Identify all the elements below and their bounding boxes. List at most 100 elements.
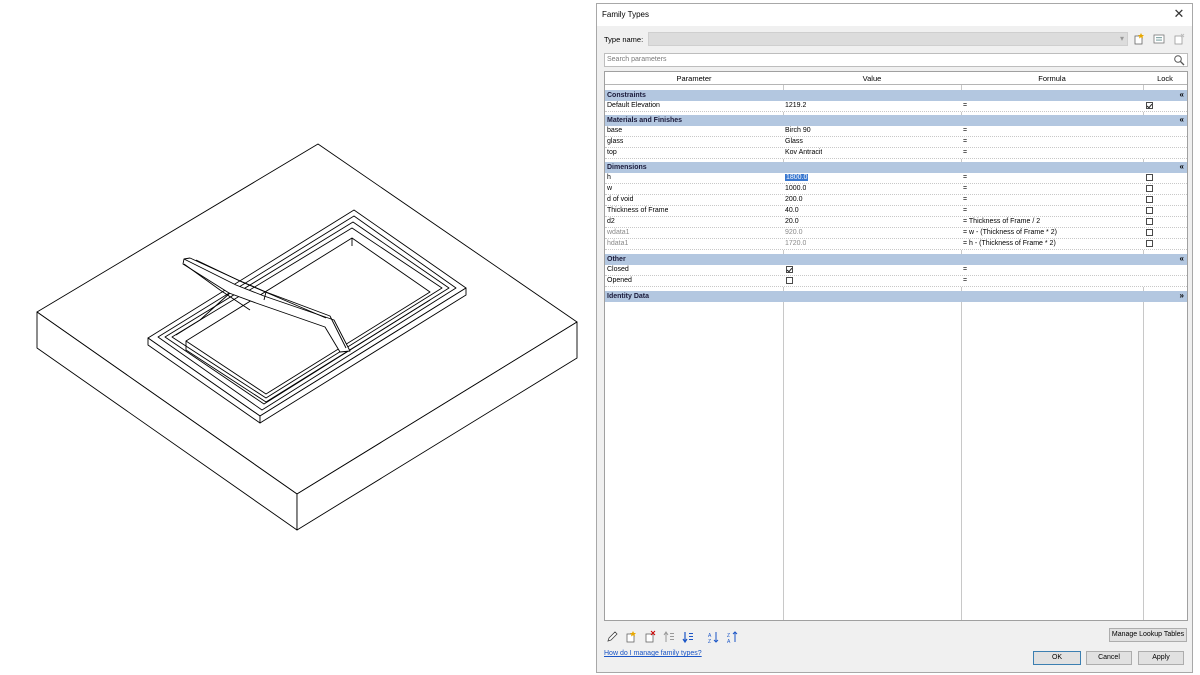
search-placeholder: Search parameters — [607, 56, 667, 63]
value-field[interactable]: 200.0 — [785, 195, 803, 205]
group-label: Identity Data — [607, 293, 650, 300]
new-type-icon[interactable] — [1132, 32, 1146, 46]
group-identity-data[interactable]: Identity Data » — [605, 291, 1187, 302]
table-row[interactable]: Closed = — [605, 265, 1187, 276]
svg-text:A: A — [727, 639, 731, 644]
table-row[interactable]: d2 20.0 = Thickness of Frame / 2 — [605, 217, 1187, 228]
lock-checkbox[interactable] — [1146, 174, 1153, 181]
value-field[interactable]: 1219.2 — [785, 101, 806, 111]
table-row[interactable]: w 1000.0 = — [605, 184, 1187, 195]
delete-type-icon[interactable] — [1172, 32, 1186, 46]
value-checkbox[interactable] — [786, 266, 793, 273]
value-field: 920.0 — [785, 229, 803, 236]
search-icon — [1174, 55, 1185, 66]
formula-field[interactable]: = w - (Thickness of Frame * 2) — [963, 228, 1057, 238]
parameter-name: w — [607, 185, 613, 192]
parameter-name: h — [607, 174, 611, 181]
column-header-value[interactable]: Value — [783, 73, 961, 84]
formula-field[interactable]: = — [963, 137, 967, 147]
lock-checkbox[interactable] — [1146, 229, 1153, 236]
value-field[interactable]: Kov Antracit — [785, 148, 822, 158]
value-field[interactable]: Birch 90 — [785, 126, 811, 136]
lock-checkbox[interactable] — [1146, 185, 1153, 192]
group-dimensions[interactable]: Dimensions « — [605, 162, 1187, 173]
column-header-parameter[interactable]: Parameter — [605, 73, 783, 84]
collapse-icon[interactable]: « — [1180, 115, 1184, 125]
type-name-label: Type name: — [604, 35, 644, 44]
formula-field[interactable]: = Thickness of Frame / 2 — [963, 217, 1040, 227]
search-parameters-input[interactable]: Search parameters — [604, 53, 1188, 67]
lock-checkbox[interactable] — [1146, 218, 1153, 225]
parameter-name: Opened — [607, 277, 632, 284]
table-row[interactable]: glass Glass = — [605, 137, 1187, 148]
value-field[interactable]: 1000.0 — [785, 184, 806, 194]
formula-field[interactable]: = — [963, 101, 967, 111]
move-down-icon[interactable] — [681, 630, 695, 644]
dialog-titlebar: Family Types ✕ — [597, 4, 1192, 26]
column-header-formula[interactable]: Formula — [961, 73, 1143, 84]
expand-icon[interactable]: » — [1180, 291, 1184, 301]
type-name-dropdown[interactable]: ▾ — [648, 32, 1128, 46]
column-header-lock[interactable]: Lock — [1143, 73, 1187, 84]
edit-pencil-icon[interactable] — [605, 630, 619, 644]
formula-field[interactable]: = — [963, 195, 967, 205]
group-other[interactable]: Other « — [605, 254, 1187, 265]
formula-field[interactable]: = — [963, 265, 967, 275]
formula-field[interactable]: = — [963, 173, 967, 183]
3d-view-viewport[interactable] — [0, 0, 590, 675]
cancel-button[interactable]: Cancel — [1086, 651, 1132, 665]
dialog-title: Family Types — [602, 10, 649, 19]
sort-descending-icon[interactable]: Z A — [726, 630, 740, 644]
parameter-name: top — [607, 149, 617, 156]
move-up-icon[interactable] — [662, 630, 676, 644]
table-row[interactable]: hdata1 1720.0 = h - (Thickness of Frame … — [605, 239, 1187, 250]
rename-type-icon[interactable] — [1152, 32, 1166, 46]
collapse-icon[interactable]: « — [1180, 254, 1184, 264]
table-row[interactable]: d of void 200.0 = — [605, 195, 1187, 206]
lock-checkbox[interactable] — [1146, 102, 1153, 109]
table-row[interactable]: wdata1 920.0 = w - (Thickness of Frame *… — [605, 228, 1187, 239]
lock-checkbox[interactable] — [1146, 196, 1153, 203]
ok-button[interactable]: OK — [1033, 651, 1081, 665]
table-row[interactable]: Default Elevation 1219.2 = — [605, 101, 1187, 112]
formula-field[interactable]: = — [963, 126, 967, 136]
delete-parameter-icon[interactable] — [643, 630, 657, 644]
parameter-name: wdata1 — [607, 229, 630, 236]
group-materials-and-finishes[interactable]: Materials and Finishes « — [605, 115, 1187, 126]
formula-field[interactable]: = — [963, 184, 967, 194]
table-row[interactable]: top Kov Antracit = — [605, 148, 1187, 159]
svg-text:Z: Z — [708, 639, 711, 644]
value-field[interactable]: Glass — [785, 137, 803, 147]
manage-lookup-tables-button[interactable]: Manage Lookup Tables — [1109, 628, 1187, 642]
value-field[interactable]: 20.0 — [785, 217, 799, 227]
group-label: Constraints — [607, 92, 646, 99]
table-row[interactable]: Opened = — [605, 276, 1187, 287]
formula-field[interactable]: = — [963, 276, 967, 286]
collapse-icon[interactable]: « — [1180, 162, 1184, 172]
apply-button[interactable]: Apply — [1138, 651, 1184, 665]
help-link[interactable]: How do I manage family types? — [604, 650, 702, 657]
formula-field[interactable]: = — [963, 206, 967, 216]
value-field[interactable]: 40.0 — [785, 206, 799, 216]
table-row[interactable]: base Birch 90 = — [605, 126, 1187, 137]
selected-value-text[interactable]: 1800.0 — [785, 174, 809, 181]
formula-field[interactable]: = — [963, 148, 967, 158]
parameter-name: d2 — [607, 218, 615, 225]
table-row[interactable]: Thickness of Frame 40.0 = — [605, 206, 1187, 217]
lock-checkbox[interactable] — [1146, 240, 1153, 247]
grid-header: Parameter Value Formula Lock — [605, 72, 1187, 85]
new-parameter-icon[interactable] — [624, 630, 638, 644]
sort-ascending-icon[interactable]: A Z — [707, 630, 721, 644]
parameter-name: Thickness of Frame — [607, 207, 669, 214]
group-label: Other — [607, 256, 626, 263]
value-checkbox[interactable] — [786, 277, 793, 284]
value-field-selected[interactable]: 1800.0 — [785, 173, 809, 183]
close-icon[interactable]: ✕ — [1172, 7, 1186, 21]
group-constraints[interactable]: Constraints « — [605, 90, 1187, 101]
parameter-name: Default Elevation — [607, 102, 660, 109]
collapse-icon[interactable]: « — [1180, 90, 1184, 100]
formula-field[interactable]: = h - (Thickness of Frame * 2) — [963, 239, 1056, 249]
lock-checkbox[interactable] — [1146, 207, 1153, 214]
parameter-name: hdata1 — [607, 240, 629, 247]
table-row[interactable]: h 1800.0 = — [605, 173, 1187, 184]
